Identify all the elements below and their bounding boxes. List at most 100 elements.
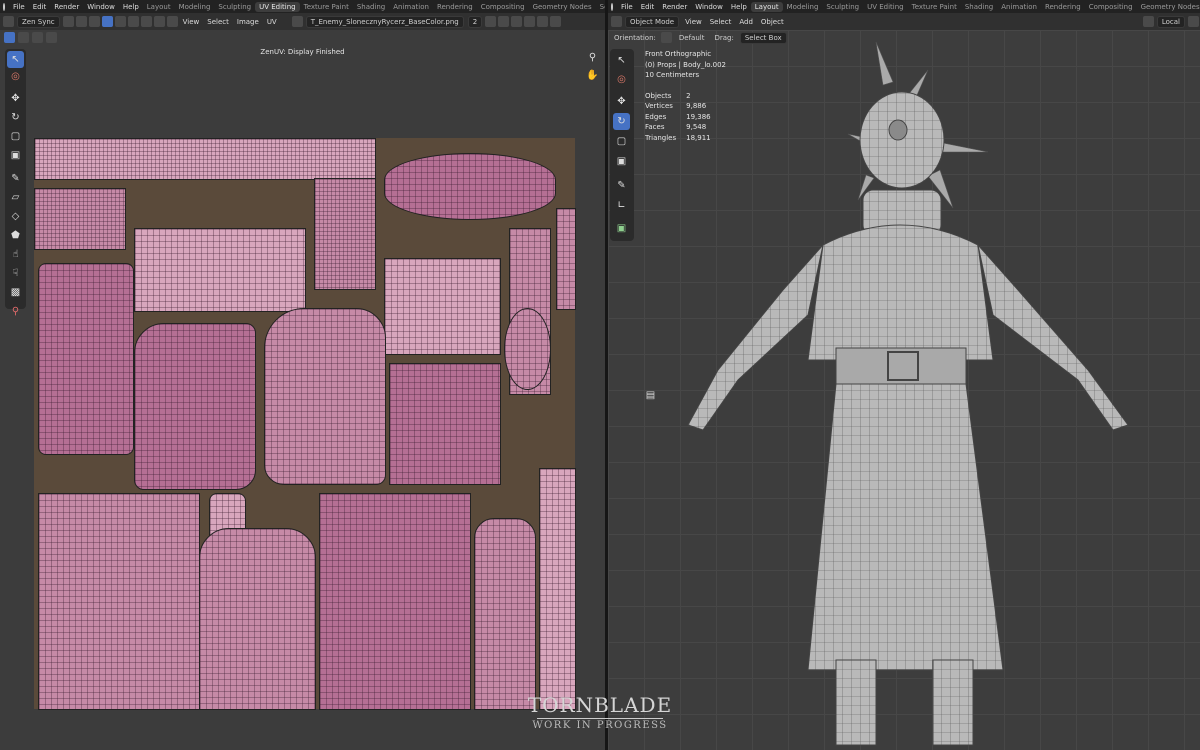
menu-render[interactable]: Render (50, 3, 83, 11)
uv-island[interactable] (314, 178, 376, 290)
uv-island[interactable] (134, 323, 256, 490)
menu-image[interactable]: Image (233, 18, 263, 26)
menu-select[interactable]: Select (203, 18, 233, 26)
menu-window[interactable]: Window (691, 3, 727, 11)
box-select-subtract-icon[interactable] (32, 32, 43, 43)
tab-sculpting[interactable]: Sculpting (822, 2, 863, 12)
transform-tool-icon[interactable]: ▣ (7, 147, 24, 164)
uv-island[interactable] (34, 188, 126, 250)
transform-orientation-dropdown[interactable]: Local (1156, 15, 1185, 28)
zen-tool-icon[interactable]: ⚲ (7, 303, 24, 320)
object-mode-dropdown[interactable]: Object Mode (625, 15, 680, 28)
image-name-field[interactable]: T_Enemy_SlonecznyRycerz_BaseColor.png (305, 15, 464, 28)
tab-uv-editing[interactable]: UV Editing (863, 2, 908, 12)
edge-mode-icon[interactable] (88, 16, 100, 27)
tab-texture-paint[interactable]: Texture Paint (908, 2, 961, 12)
menu-uv[interactable]: UV (263, 18, 281, 26)
open-image-icon[interactable] (511, 16, 523, 27)
tab-compositing[interactable]: Compositing (477, 2, 529, 12)
tab-sculpting[interactable]: Sculpting (214, 2, 255, 12)
uv-island[interactable] (384, 153, 556, 220)
uv-island[interactable] (38, 263, 134, 455)
menu-file[interactable]: File (617, 3, 637, 11)
editor-type-icon[interactable] (611, 16, 622, 27)
relax-tool-icon[interactable]: ⬟ (7, 227, 24, 244)
blender-logo-icon[interactable] (611, 2, 613, 11)
overlay-icon[interactable] (550, 16, 562, 27)
fake-user-icon[interactable] (485, 16, 497, 27)
uv-island[interactable] (539, 468, 576, 710)
tab-modeling[interactable]: Modeling (783, 2, 823, 12)
new-image-icon[interactable] (498, 16, 510, 27)
pivot-point-icon[interactable] (1188, 16, 1199, 27)
menu-window[interactable]: Window (83, 3, 119, 11)
zen-sync-button[interactable]: Zen Sync (17, 15, 60, 28)
blender-logo-icon[interactable] (3, 2, 5, 11)
tab-rendering[interactable]: Rendering (433, 2, 477, 12)
box-select-invert-icon[interactable] (46, 32, 57, 43)
move-tool-icon[interactable]: ✥ (7, 90, 24, 107)
menu-help[interactable]: Help (727, 3, 751, 11)
tab-geometry-nodes[interactable]: Geometry Nodes (1137, 2, 1200, 12)
menu-help[interactable]: Help (119, 3, 143, 11)
tab-rendering[interactable]: Rendering (1041, 2, 1085, 12)
snap-icon[interactable] (153, 16, 165, 27)
rotate-tool-icon[interactable]: ↻ (7, 109, 24, 126)
tab-compositing[interactable]: Compositing (1085, 2, 1137, 12)
uv-island[interactable] (34, 138, 376, 180)
menu-file[interactable]: File (9, 3, 29, 11)
face-mode-icon[interactable] (101, 16, 113, 27)
editor-type-icon[interactable] (3, 16, 14, 27)
unlink-icon[interactable] (524, 16, 536, 27)
checker-tool-icon[interactable]: ▩ (7, 284, 24, 301)
tab-shading[interactable]: Shading (353, 2, 389, 12)
tab-animation[interactable]: Animation (997, 2, 1041, 12)
tab-texture-paint[interactable]: Texture Paint (300, 2, 353, 12)
tab-animation[interactable]: Animation (389, 2, 433, 12)
proportional-icon[interactable] (166, 16, 178, 27)
tab-layout[interactable]: Layout (750, 1, 783, 12)
tab-modeling[interactable]: Modeling (175, 2, 215, 12)
grab-tool-icon[interactable]: ◇ (7, 208, 24, 225)
sample-tool-icon[interactable]: ☟ (7, 265, 24, 282)
uv-island[interactable] (556, 208, 576, 310)
transform-orientation-icon[interactable] (1142, 16, 1154, 27)
pan-hand-icon[interactable]: ✋ (584, 67, 601, 84)
uv-editor-canvas[interactable]: ZenUV: Display Finished ↖ ◎ ✥ ↻ ▢ ▣ ✎ ▱ … (0, 30, 605, 750)
uv-island[interactable] (134, 228, 306, 312)
island-mode-icon[interactable] (114, 16, 126, 27)
character-mesh[interactable] (608, 30, 1200, 750)
uv-island[interactable] (474, 518, 536, 710)
tab-shading[interactable]: Shading (961, 2, 997, 12)
menu-add[interactable]: Add (735, 18, 757, 26)
menu-view[interactable]: View (681, 18, 706, 26)
tab-geometry-nodes[interactable]: Geometry Nodes (529, 2, 596, 12)
uv-island[interactable] (384, 258, 501, 355)
tab-uv-editing[interactable]: UV Editing (255, 1, 300, 12)
menu-object[interactable]: Object (757, 18, 788, 26)
rip-tool-icon[interactable]: ▱ (7, 189, 24, 206)
menu-edit[interactable]: Edit (637, 3, 659, 11)
sticky-mode-icon[interactable] (127, 16, 139, 27)
tab-layout[interactable]: Layout (143, 2, 175, 12)
zoom-icon[interactable]: ⚲ (584, 49, 601, 66)
select-tool-icon[interactable]: ↖ (7, 51, 24, 68)
3d-viewport[interactable]: Orientation: Default Drag: Select Box ↖ … (608, 30, 1200, 750)
pivot-icon[interactable] (140, 16, 152, 27)
uv-island[interactable] (199, 528, 316, 710)
uv-island[interactable] (264, 308, 386, 485)
uv-island[interactable] (319, 493, 471, 710)
pinch-tool-icon[interactable]: ☝ (7, 246, 24, 263)
image-user-count[interactable]: 2 (467, 15, 483, 28)
vertex-mode-icon[interactable] (75, 16, 87, 27)
uv-island[interactable] (38, 493, 200, 710)
uv-texture-image[interactable] (34, 138, 576, 710)
menu-select[interactable]: Select (706, 18, 736, 26)
tab-scripting[interactable]: Scripting (596, 2, 605, 12)
pin-icon[interactable] (537, 16, 549, 27)
menu-view[interactable]: View (179, 18, 204, 26)
box-select-extend-icon[interactable] (18, 32, 29, 43)
scale-tool-icon[interactable]: ▢ (7, 128, 24, 145)
uv-island[interactable] (389, 363, 501, 485)
select-mode-icon[interactable] (62, 16, 74, 27)
